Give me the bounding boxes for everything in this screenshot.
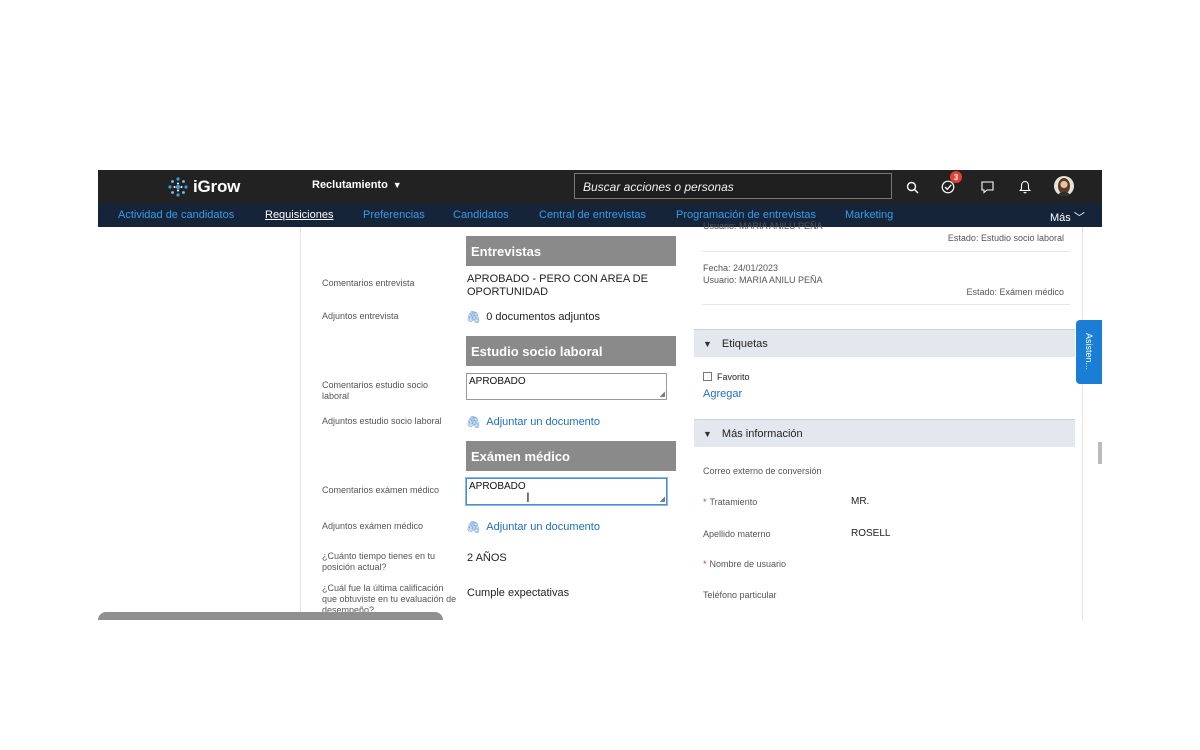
value-tratamiento: MR. [851, 496, 870, 507]
mas-informacion-section-toggle[interactable]: ▼ Más información [694, 419, 1075, 447]
paperclip-icon: 🖇 [466, 415, 482, 429]
resize-handle-icon[interactable]: ◢ [660, 495, 665, 503]
label-adjuntos-examen: Adjuntos exámen médico [322, 521, 424, 531]
user-avatar[interactable] [1054, 176, 1074, 196]
page-content: Entrevistas Comentarios entrevista APROB… [98, 221, 1102, 620]
history-2-fecha: Fecha: 24/01/2023 [703, 263, 779, 273]
label-correo-externo: Correo externo de conversión [703, 466, 822, 476]
igrow-logo-icon [168, 177, 188, 197]
text-cursor-icon: I [526, 489, 530, 505]
nav-more-label: Más [1050, 212, 1071, 224]
comentarios-examen-textarea[interactable]: APROBADO ◢ [466, 478, 667, 505]
igrow-logo[interactable]: iGrow [166, 173, 240, 201]
etiquetas-section-toggle[interactable]: ▼ Etiquetas [694, 329, 1075, 357]
search-input[interactable]: Buscar acciones o personas [574, 173, 892, 199]
value-apellido-materno: ROSELL [851, 528, 891, 539]
paperclip-icon: 🖇 [466, 310, 482, 324]
label-apellido-materno: Apellido materno [703, 529, 771, 539]
value-tiempo-posicion: 2 AÑOS [467, 552, 507, 564]
history-divider [702, 304, 1070, 305]
assistant-tab[interactable]: Asisten... [1076, 320, 1102, 384]
label-telefono-particular: Teléfono particular [703, 590, 777, 600]
nav-central-entrevistas[interactable]: Central de entrevistas [539, 209, 646, 221]
comentarios-estudio-textarea[interactable]: APROBADO ◢ [466, 373, 667, 400]
chevron-down-icon: ﹀ [1073, 212, 1085, 224]
label-comentarios-examen: Comentarios exámen médico [322, 485, 440, 495]
main-navigation: Actividad de candidatos Requisiciones Pr… [98, 203, 1102, 227]
caret-down-icon: ▼ [392, 180, 402, 190]
scrollbar-thumb[interactable] [1098, 442, 1102, 464]
agregar-link[interactable]: Agregar [703, 388, 742, 400]
module-selector[interactable]: Reclutamiento ▼ [312, 179, 402, 191]
history-2-estado: Estado: Exámen médico [966, 287, 1064, 297]
bottom-overlay-bar [98, 612, 443, 620]
favorito-label: Favorito [717, 372, 750, 382]
nav-actividad-candidatos[interactable]: Actividad de candidatos [118, 209, 234, 221]
top-bar: iGrow Reclutamiento ▼ Buscar acciones o … [98, 170, 1102, 203]
favorito-checkbox[interactable] [703, 372, 712, 381]
adjuntar-documento-estudio[interactable]: 🖇 Adjuntar un documento [466, 415, 600, 429]
value-calificacion: Cumple expectativas [467, 587, 570, 599]
right-panel-border [1082, 227, 1083, 620]
history-2-usuario: Usuario: MARIA ANILU PEÑA [703, 275, 823, 285]
chevron-down-icon: ▼ [703, 338, 712, 349]
resize-handle-icon[interactable]: ◢ [660, 390, 665, 398]
etiquetas-title: Etiquetas [721, 337, 768, 350]
app-window: iGrow Reclutamiento ▼ Buscar acciones o … [98, 170, 1102, 620]
mas-informacion-title: Más información [721, 427, 803, 440]
history-1-usuario: Usuario: MARIA ANILU PEÑA [703, 221, 823, 231]
chevron-down-icon: ▼ [703, 428, 712, 439]
label-adjuntos-entrevista: Adjuntos entrevista [322, 311, 399, 321]
nav-candidatos[interactable]: Candidatos [453, 209, 509, 221]
section-header-entrevistas: Entrevistas [466, 236, 676, 266]
required-marker: * [703, 497, 707, 507]
label-adjuntos-estudio: Adjuntos estudio socio laboral [322, 416, 442, 426]
nav-more-menu[interactable]: Más ﹀ [1050, 209, 1085, 225]
label-comentarios-entrevista: Comentarios entrevista [322, 278, 415, 288]
label-nombre-usuario: * Nombre de usuario [703, 559, 786, 569]
nav-programacion-entrevistas[interactable]: Programación de entrevistas [676, 209, 816, 221]
section-header-examen-medico: Exámen médico [466, 441, 676, 471]
required-marker: * [703, 559, 707, 569]
history-1-estado: Estado: Estudio socio laboral [947, 233, 1064, 243]
nav-requisiciones[interactable]: Requisiciones [265, 209, 333, 221]
label-nombre-usuario-text: Nombre de usuario [709, 559, 787, 569]
search-icon[interactable] [901, 176, 923, 198]
adjuntar-documento-link[interactable]: Adjuntar un documento [486, 416, 600, 428]
label-tratamiento: * Tratamiento [703, 497, 757, 507]
adjuntar-documento-examen[interactable]: 🖇 Adjuntar un documento [466, 520, 600, 534]
adjuntos-entrevista[interactable]: 🖇 0 documentos adjuntos [466, 310, 600, 324]
comentarios-examen-text: APROBADO [469, 481, 526, 492]
history-divider [702, 251, 1070, 252]
paperclip-icon: 🖇 [466, 520, 482, 534]
label-tratamiento-text: Tratamiento [709, 497, 758, 507]
section-header-estudio-socio-laboral: Estudio socio laboral [466, 336, 676, 366]
left-panel-border [300, 227, 301, 620]
feedback-icon[interactable] [976, 176, 998, 198]
label-comentarios-estudio: Comentarios estudio socio laboral [322, 380, 429, 401]
label-tiempo-posicion: ¿Cuánto tiempo tienes en tu posición act… [322, 551, 436, 572]
adjuntar-documento-link[interactable]: Adjuntar un documento [486, 521, 600, 533]
comentarios-estudio-text: APROBADO [469, 376, 526, 387]
nav-marketing[interactable]: Marketing [845, 209, 893, 221]
notification-badge: 3 [950, 171, 962, 183]
nav-preferencias[interactable]: Preferencias [363, 209, 425, 221]
adjuntos-entrevista-count: 0 documentos adjuntos [486, 311, 600, 323]
bell-icon[interactable] [1014, 176, 1036, 198]
approvals-icon[interactable]: 3 [937, 171, 962, 198]
value-comentarios-entrevista: APROBADO - PERO CON AREA DE OPORTUNIDAD [467, 273, 648, 298]
module-label: Reclutamiento [312, 179, 388, 191]
logo-text: iGrow [193, 177, 241, 196]
